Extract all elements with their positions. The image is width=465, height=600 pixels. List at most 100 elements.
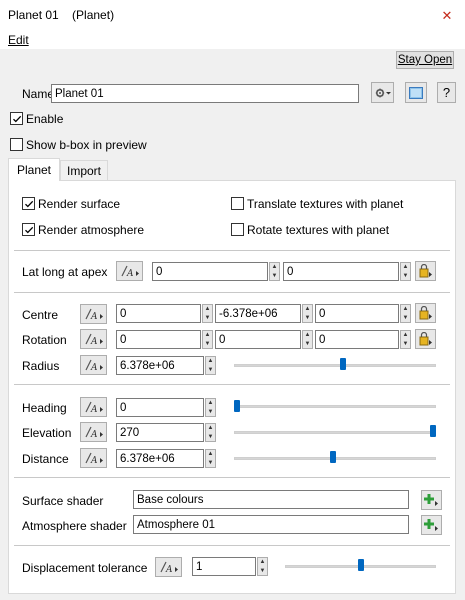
rotation-x-spinner[interactable]: ▲ ▼ (202, 330, 213, 349)
render-atmosphere-checkbox[interactable] (22, 223, 35, 236)
svg-text:A: A (90, 337, 98, 346)
lat-long-lock-button[interactable] (415, 261, 436, 281)
rotation-z-input[interactable]: 0 (315, 330, 399, 349)
tab-planet-label: Planet (16, 163, 52, 177)
svg-text:A: A (90, 405, 98, 414)
heading-spinner[interactable]: ▲ ▼ (205, 398, 216, 417)
centre-z-input[interactable]: 0 (315, 304, 399, 323)
centre-lock-button[interactable] (415, 303, 436, 323)
centre-function-button[interactable]: A (80, 304, 107, 324)
radius-input[interactable]: 6.378e+06 (116, 356, 204, 375)
translate-textures-checkbox[interactable] (231, 197, 244, 210)
elevation-slider-thumb[interactable] (430, 425, 436, 437)
rotation-y-input[interactable]: 0 (215, 330, 301, 349)
heading-slider-thumb[interactable] (234, 400, 240, 412)
add-icon (423, 519, 438, 531)
displacement-tolerance-label: Displacement tolerance (22, 561, 148, 575)
rotation-function-button[interactable]: A (80, 329, 107, 349)
enable-checkbox[interactable] (10, 112, 23, 125)
tab-import[interactable]: Import (60, 160, 108, 180)
radius-label: Radius (22, 359, 60, 373)
elevation-label: Elevation (22, 426, 72, 440)
rotation-x-input[interactable]: 0 (116, 330, 201, 349)
help-button[interactable]: ? (437, 82, 456, 103)
tab-import-label: Import (66, 163, 101, 178)
radius-slider-thumb[interactable] (339, 358, 346, 370)
lat-input[interactable]: 0 (152, 262, 268, 281)
lock-icon (419, 264, 432, 278)
function-icon: A (84, 426, 103, 439)
add-icon (423, 494, 438, 506)
close-button[interactable]: ✕ (437, 6, 457, 26)
image-icon (409, 86, 423, 99)
svg-text:A: A (90, 363, 98, 372)
elevation-spinner[interactable]: ▲ ▼ (205, 423, 216, 442)
show-bbox-checkbox[interactable] (10, 138, 23, 151)
long-spinner[interactable]: ▲ ▼ (400, 262, 411, 281)
centre-z-spinner[interactable]: ▲ ▼ (400, 304, 411, 323)
lat-long-function-button[interactable]: A (116, 261, 143, 281)
distance-function-button[interactable]: A (80, 448, 107, 468)
render-atmosphere-label: Render atmosphere (38, 223, 145, 237)
displacement-tolerance-input[interactable]: 1 (192, 557, 256, 576)
centre-x-input[interactable]: 0 (116, 304, 201, 323)
svg-text:A: A (90, 312, 98, 321)
distance-spinner[interactable]: ▲ ▼ (205, 449, 216, 468)
rotation-y-spinner[interactable]: ▲ ▼ (302, 330, 313, 349)
help-icon: ? (442, 85, 451, 100)
distance-slider-thumb[interactable] (330, 451, 337, 463)
heading-label: Heading (22, 401, 67, 415)
atmosphere-shader-add-button[interactable] (421, 515, 442, 535)
name-input[interactable]: Planet 01 (51, 84, 359, 103)
separator (14, 545, 450, 546)
radius-spinner[interactable]: ▲ ▼ (205, 356, 216, 375)
elevation-function-button[interactable]: A (80, 422, 107, 442)
menu-item-edit[interactable]: Edit (8, 33, 29, 47)
gear-icon (375, 88, 391, 97)
elevation-slider-track[interactable] (234, 431, 436, 434)
surface-shader-input[interactable]: Base colours (133, 490, 409, 509)
long-input[interactable]: 0 (283, 262, 399, 281)
checkmark-icon (24, 200, 33, 207)
checkmark-icon (24, 226, 33, 233)
surface-shader-add-button[interactable] (421, 490, 442, 510)
show-bbox-label: Show b-box in preview (26, 138, 147, 152)
separator (14, 250, 450, 251)
render-surface-checkbox[interactable] (22, 197, 35, 210)
function-icon: A (84, 333, 103, 346)
stay-open-button[interactable]: Stay Open (396, 51, 454, 69)
centre-y-input[interactable]: -6.378e+06 (215, 304, 301, 323)
render-surface-label: Render surface (38, 197, 121, 211)
separator (14, 384, 450, 385)
window-title: Planet 01 (Planet) (8, 8, 115, 22)
displacement-tolerance-slider-thumb[interactable] (357, 559, 364, 571)
preview-button[interactable] (405, 82, 427, 103)
centre-x-spinner[interactable]: ▲ ▼ (202, 304, 213, 323)
surface-shader-label: Surface shader (22, 494, 104, 508)
svg-text:A: A (126, 269, 134, 278)
rotate-textures-checkbox[interactable] (231, 223, 244, 236)
translate-textures-label: Translate textures with planet (247, 197, 404, 211)
heading-function-button[interactable]: A (80, 397, 107, 417)
elevation-input[interactable]: 270 (116, 423, 204, 442)
function-icon: A (84, 308, 103, 321)
atmosphere-shader-input[interactable]: Atmosphere 01 (133, 515, 409, 534)
settings-button[interactable] (371, 82, 394, 103)
lat-spinner[interactable]: ▲ ▼ (269, 262, 280, 281)
displacement-tolerance-function-button[interactable]: A (155, 557, 182, 577)
centre-y-spinner[interactable]: ▲ ▼ (302, 304, 313, 323)
rotation-lock-button[interactable] (415, 329, 436, 349)
distance-input[interactable]: 6.378e+06 (116, 449, 204, 468)
radius-slider-track[interactable] (234, 364, 436, 367)
tab-planet[interactable]: Planet (8, 158, 60, 181)
rotation-z-spinner[interactable]: ▲ ▼ (400, 330, 411, 349)
svg-text:A: A (165, 565, 173, 574)
heading-input[interactable]: 0 (116, 398, 204, 417)
svg-text:A: A (90, 430, 98, 439)
radius-function-button[interactable]: A (80, 355, 107, 375)
heading-slider-track[interactable] (234, 405, 436, 408)
separator (14, 477, 450, 478)
centre-label: Centre (22, 308, 59, 322)
function-icon: A (120, 265, 139, 278)
displacement-tolerance-spinner[interactable]: ▲ ▼ (257, 557, 268, 576)
